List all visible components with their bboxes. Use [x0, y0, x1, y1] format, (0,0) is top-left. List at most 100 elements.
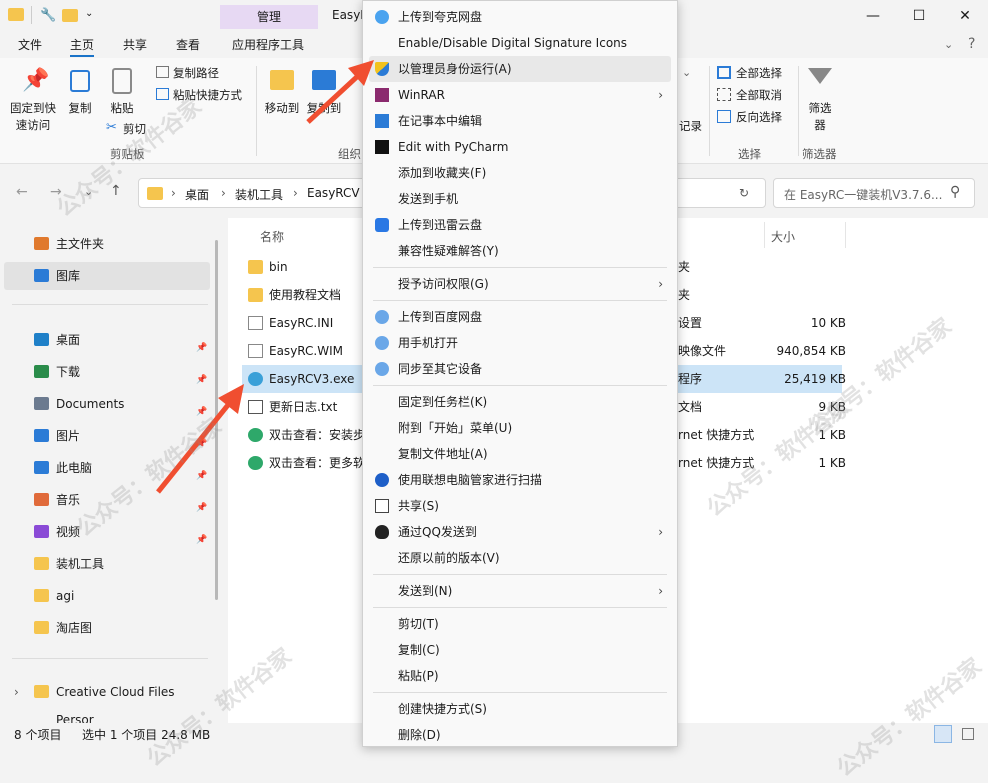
menu-item[interactable]: 附到「开始」菜单(U)	[369, 415, 671, 441]
menu-item[interactable]: 使用联想电脑管家进行扫描	[369, 467, 671, 493]
select-none-button[interactable]: 全部取消	[736, 87, 782, 103]
menu-item-label: 附到「开始」菜单(U)	[398, 421, 513, 435]
nav-item-label: 音乐	[56, 493, 81, 507]
music-icon	[34, 493, 49, 506]
folder-icon	[34, 685, 49, 698]
menu-item[interactable]: WinRAR ›	[369, 82, 671, 108]
menu-item-label: 使用联想电脑管家进行扫描	[398, 473, 543, 487]
minimize-button[interactable]: —	[850, 0, 896, 32]
menu-item-label: 发送到(N)	[398, 584, 453, 598]
manage-tab[interactable]: 管理	[220, 5, 318, 29]
submenu-chevron-icon: ›	[658, 525, 663, 539]
share-icon	[375, 499, 389, 513]
nav-item[interactable]: 主文件夹	[4, 230, 210, 258]
help-icon[interactable]: ?	[968, 36, 975, 52]
history-button[interactable]: 记录	[679, 118, 702, 134]
menu-item[interactable]: 发送到手机	[369, 186, 671, 212]
menu-item[interactable]: 在记事本中编辑	[369, 108, 671, 134]
filter-label-1: 筛选	[808, 101, 832, 115]
pycharm-icon	[375, 140, 389, 154]
nav-item[interactable]: agi	[4, 582, 210, 610]
tab-app-tools[interactable]: 应用程序工具	[232, 36, 304, 53]
menu-item[interactable]: 同步至其它设备	[369, 356, 671, 382]
ribbon-divider	[798, 66, 799, 156]
file-name: EasyRC.WIM	[269, 344, 343, 358]
submenu-chevron-icon: ›	[658, 277, 663, 291]
tab-file[interactable]: 文件	[18, 36, 42, 53]
menu-item[interactable]: 粘贴(P)	[369, 663, 671, 689]
breadcrumb-tools[interactable]: 装机工具	[235, 186, 283, 203]
chevron-down-icon[interactable]: ⌄	[85, 8, 93, 19]
baidu-cloud-icon	[375, 310, 389, 324]
new-folder-icon[interactable]	[62, 9, 78, 22]
folder-icon	[147, 187, 163, 200]
txt-icon	[248, 400, 263, 414]
maximize-button[interactable]: ☐	[896, 0, 942, 32]
menu-item[interactable]: 以管理员身份运行(A)	[369, 56, 671, 82]
menu-item[interactable]: 兼容性疑难解答(Y)	[369, 238, 671, 264]
menu-item[interactable]: 添加到收藏夹(F)	[369, 160, 671, 186]
menu-item[interactable]: 发送到(N) ›	[369, 578, 671, 604]
tab-share[interactable]: 共享	[123, 36, 147, 53]
tab-home[interactable]: 主页	[70, 36, 95, 57]
lenovo-icon	[375, 473, 389, 487]
select-all-button[interactable]: 全部选择	[736, 65, 782, 81]
file-type: rnet 快捷方式	[678, 428, 755, 442]
nav-item[interactable]: 淘店图	[4, 614, 210, 642]
menu-item[interactable]: 固定到任务栏(K)	[369, 389, 671, 415]
breadcrumb-easyrc[interactable]: EasyRCV	[307, 186, 360, 200]
breadcrumb-separator: ›	[221, 186, 226, 200]
menu-item[interactable]: 复制(C)	[369, 637, 671, 663]
desktop-icon	[34, 333, 49, 346]
column-header-size[interactable]: 大小	[771, 228, 795, 245]
menu-item[interactable]: 通过QQ发送到 ›	[369, 519, 671, 545]
menu-item-label: 同步至其它设备	[398, 362, 483, 376]
search-box[interactable]: 在 EasyRC一键装机V3.7.6... ⚲	[773, 178, 975, 208]
invert-selection-button[interactable]: 反向选择	[736, 109, 782, 125]
collapse-ribbon-icon[interactable]: ⌄	[944, 38, 953, 51]
menu-item[interactable]: 上传到夸克网盘	[369, 4, 671, 30]
menu-item[interactable]: Enable/Disable Digital Signature Icons	[369, 30, 671, 56]
paste-icon	[112, 68, 132, 94]
properties-icon[interactable]: 🔧	[40, 8, 56, 23]
column-divider	[764, 222, 765, 248]
menu-item-label: 删除(D)	[398, 728, 441, 742]
menu-item-label: 通过QQ发送到	[398, 525, 477, 539]
menu-item[interactable]: 共享(S)	[369, 493, 671, 519]
search-icon: ⚲	[950, 184, 961, 200]
details-view-icon[interactable]	[934, 725, 952, 743]
chevron-down-icon[interactable]: ⌄	[682, 66, 691, 79]
menu-item[interactable]: 授予访问权限(G) ›	[369, 271, 671, 297]
back-icon[interactable]: ←	[16, 184, 28, 200]
menu-item[interactable]: 剪切(T)	[369, 611, 671, 637]
nav-item[interactable]: 图库	[4, 262, 210, 290]
nav-item[interactable]: 桌面 📌	[4, 326, 210, 354]
filter-label-2: 器	[814, 118, 826, 132]
search-input[interactable]: 在 EasyRC一键装机V3.7.6...	[784, 186, 942, 203]
nav-item[interactable]: Creative Cloud Files Persor ›	[4, 678, 210, 727]
menu-item[interactable]: 用手机打开	[369, 330, 671, 356]
menu-item[interactable]: 还原以前的版本(V)	[369, 545, 671, 571]
nav-item-label: 下载	[56, 365, 81, 379]
file-type: 夹	[678, 288, 691, 302]
nav-item[interactable]: 装机工具	[4, 550, 210, 578]
menu-item[interactable]: 上传到百度网盘	[369, 304, 671, 330]
tiles-view-icon[interactable]	[962, 728, 974, 740]
menu-item[interactable]: Edit with PyCharm	[369, 134, 671, 160]
close-button[interactable]: ✕	[942, 0, 988, 32]
tab-view[interactable]: 查看	[176, 36, 200, 53]
copy-path-button[interactable]: 复制路径	[173, 65, 219, 81]
menu-item[interactable]: 上传到迅雷云盘	[369, 212, 671, 238]
video-icon	[34, 525, 49, 538]
breadcrumb-desktop[interactable]: 桌面	[185, 186, 209, 203]
expand-chevron-icon[interactable]: ›	[14, 678, 19, 706]
column-header-name[interactable]: 名称	[260, 228, 284, 245]
pin-icon: 📌	[196, 535, 208, 545]
menu-item-label: 发送到手机	[398, 192, 459, 206]
menu-item[interactable]: 复制文件地址(A)	[369, 441, 671, 467]
computer-icon	[34, 461, 49, 474]
menu-item[interactable]: 删除(D)	[369, 722, 671, 748]
menu-item[interactable]: 创建快捷方式(S)	[369, 696, 671, 722]
item-count: 8 个项目	[14, 728, 62, 742]
refresh-icon[interactable]: ↻	[739, 186, 749, 200]
